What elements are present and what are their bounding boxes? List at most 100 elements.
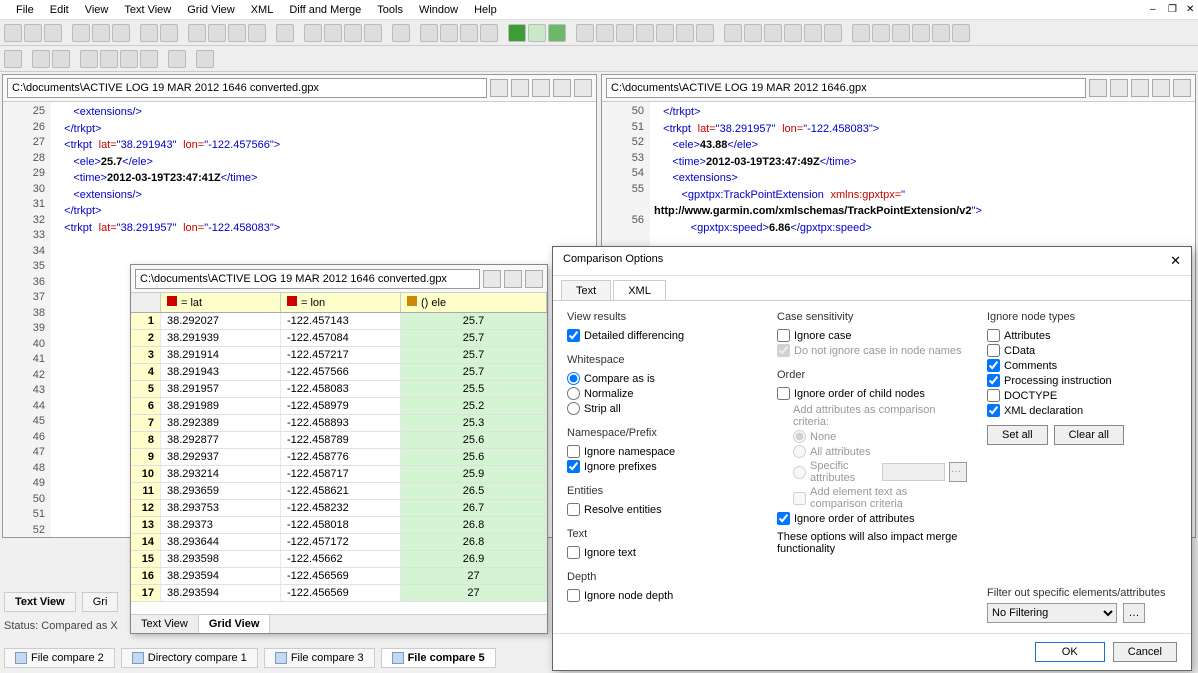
grid-body[interactable]: 138.292027-122.45714325.7238.291939-122.…	[131, 313, 547, 614]
menu-gridview[interactable]: Grid View	[179, 2, 242, 18]
tb-icon[interactable]	[616, 24, 634, 42]
save-icon[interactable]	[553, 79, 571, 97]
ign-doctype-checkbox[interactable]: DOCTYPE	[987, 389, 1177, 402]
grid-row[interactable]: 1538.293598-122.4566226.9	[131, 551, 547, 568]
tb-icon[interactable]	[208, 24, 226, 42]
ignore-pfx-checkbox[interactable]: Ignore prefixes	[567, 460, 757, 473]
ignore-ns-checkbox[interactable]: Ignore namespace	[567, 445, 757, 458]
tb-icon[interactable]	[912, 24, 930, 42]
tb-icon[interactable]	[636, 24, 654, 42]
grid-row[interactable]: 638.291989-122.45897925.2	[131, 398, 547, 415]
tb-icon[interactable]	[744, 24, 762, 42]
minimize-icon[interactable]: –	[1142, 2, 1158, 14]
tb-icon[interactable]	[952, 24, 970, 42]
tab-grid-view[interactable]: Gri	[82, 592, 119, 612]
tb-icon[interactable]	[784, 24, 802, 42]
resolve-ent-checkbox[interactable]: Resolve entities	[567, 503, 757, 516]
tab-text-view[interactable]: Text View	[4, 592, 76, 612]
cancel-button[interactable]: Cancel	[1113, 642, 1177, 662]
save-icon[interactable]	[532, 79, 550, 97]
ign-xmldecl-checkbox[interactable]: XML declaration	[987, 404, 1177, 417]
grid-row[interactable]: 1038.293214-122.45871725.9	[131, 466, 547, 483]
save-icon[interactable]	[525, 270, 543, 288]
tb-icon[interactable]	[364, 24, 382, 42]
ignore-depth-checkbox[interactable]: Ignore node depth	[567, 589, 757, 602]
ignore-child-order-checkbox[interactable]: Ignore order of child nodes	[777, 387, 967, 400]
tab-xml[interactable]: XML	[613, 280, 666, 301]
grid-row[interactable]: 138.292027-122.45714325.7	[131, 313, 547, 330]
grid-col-num[interactable]	[131, 293, 161, 312]
grid-row[interactable]: 1638.293594-122.45656927	[131, 568, 547, 585]
tb-icon[interactable]	[44, 24, 62, 42]
menu-tools[interactable]: Tools	[369, 2, 411, 18]
tb-icon[interactable]	[676, 24, 694, 42]
tb-icon[interactable]	[188, 24, 206, 42]
grid-row[interactable]: 1738.293594-122.45656927	[131, 585, 547, 602]
menu-help[interactable]: Help	[466, 2, 505, 18]
ign-cdata-checkbox[interactable]: CData	[987, 344, 1177, 357]
tb-icon[interactable]	[724, 24, 742, 42]
file-tab[interactable]: File compare 5	[381, 648, 496, 668]
ign-pi-checkbox[interactable]: Processing instruction	[987, 374, 1177, 387]
dialog-close-icon[interactable]: ✕	[1170, 253, 1181, 269]
menu-edit[interactable]: Edit	[42, 2, 77, 18]
grid-col-lat[interactable]: = lat	[161, 293, 281, 312]
open-icon[interactable]	[504, 270, 522, 288]
tb-icon[interactable]	[508, 24, 526, 42]
grid-row[interactable]: 838.292877-122.45878925.6	[131, 432, 547, 449]
tb-icon[interactable]	[528, 24, 546, 42]
tb-icon[interactable]	[548, 24, 566, 42]
tb-icon[interactable]	[440, 24, 458, 42]
grid-row[interactable]: 338.291914-122.45721725.7	[131, 347, 547, 364]
grid-row[interactable]: 538.291957-122.45808325.5	[131, 381, 547, 398]
left-path-input[interactable]	[7, 78, 487, 98]
menu-xml[interactable]: XML	[243, 2, 282, 18]
grid-row[interactable]: 1238.293753-122.45823226.7	[131, 500, 547, 517]
ign-comments-checkbox[interactable]: Comments	[987, 359, 1177, 372]
tb-icon[interactable]	[140, 50, 158, 68]
menu-window[interactable]: Window	[411, 2, 466, 18]
right-path-input[interactable]	[606, 78, 1086, 98]
close-icon[interactable]: ✕	[1178, 2, 1194, 14]
tb-icon[interactable]	[140, 24, 158, 42]
tb-icon[interactable]	[100, 50, 118, 68]
refresh-icon[interactable]	[1173, 79, 1191, 97]
ws-strip-radio[interactable]: Strip all	[567, 402, 757, 415]
tb-icon[interactable]	[460, 24, 478, 42]
tb-icon[interactable]	[80, 50, 98, 68]
tb-icon[interactable]	[4, 50, 22, 68]
tb-icon[interactable]	[304, 24, 322, 42]
tb-icon[interactable]	[932, 24, 950, 42]
menu-textview[interactable]: Text View	[116, 2, 179, 18]
tb-icon[interactable]	[324, 24, 342, 42]
tb-icon[interactable]	[196, 50, 214, 68]
tb-icon[interactable]	[872, 24, 890, 42]
tb-icon[interactable]	[824, 24, 842, 42]
ok-button[interactable]: OK	[1035, 642, 1105, 662]
grid-col-lon[interactable]: = lon	[281, 293, 401, 312]
file-tab[interactable]: File compare 3	[264, 648, 375, 668]
detailed-diff-checkbox[interactable]: Detailed differencing	[567, 329, 757, 342]
dropdown-icon[interactable]	[490, 79, 508, 97]
ignore-case-checkbox[interactable]: Ignore case	[777, 329, 967, 342]
clear-all-button[interactable]: Clear all	[1054, 425, 1124, 445]
tb-icon[interactable]	[804, 24, 822, 42]
grid-tab-text[interactable]: Text View	[131, 615, 199, 633]
tb-icon[interactable]	[576, 24, 594, 42]
tb-icon[interactable]	[52, 50, 70, 68]
tb-icon[interactable]	[228, 24, 246, 42]
grid-row[interactable]: 738.292389-122.45889325.3	[131, 415, 547, 432]
dropdown-icon[interactable]	[483, 270, 501, 288]
tb-icon[interactable]	[168, 50, 186, 68]
tb-icon[interactable]	[392, 24, 410, 42]
ignore-text-checkbox[interactable]: Ignore text	[567, 546, 757, 559]
filter-browse-button[interactable]: …	[1123, 603, 1145, 623]
grid-col-ele[interactable]: () ele	[401, 293, 547, 312]
tb-icon[interactable]	[764, 24, 782, 42]
tb-icon[interactable]	[32, 50, 50, 68]
grid-row[interactable]: 1438.293644-122.45717226.8	[131, 534, 547, 551]
tb-icon[interactable]	[112, 24, 130, 42]
restore-icon[interactable]: ❐	[1160, 2, 1176, 14]
tb-icon[interactable]	[72, 24, 90, 42]
tb-icon[interactable]	[596, 24, 614, 42]
